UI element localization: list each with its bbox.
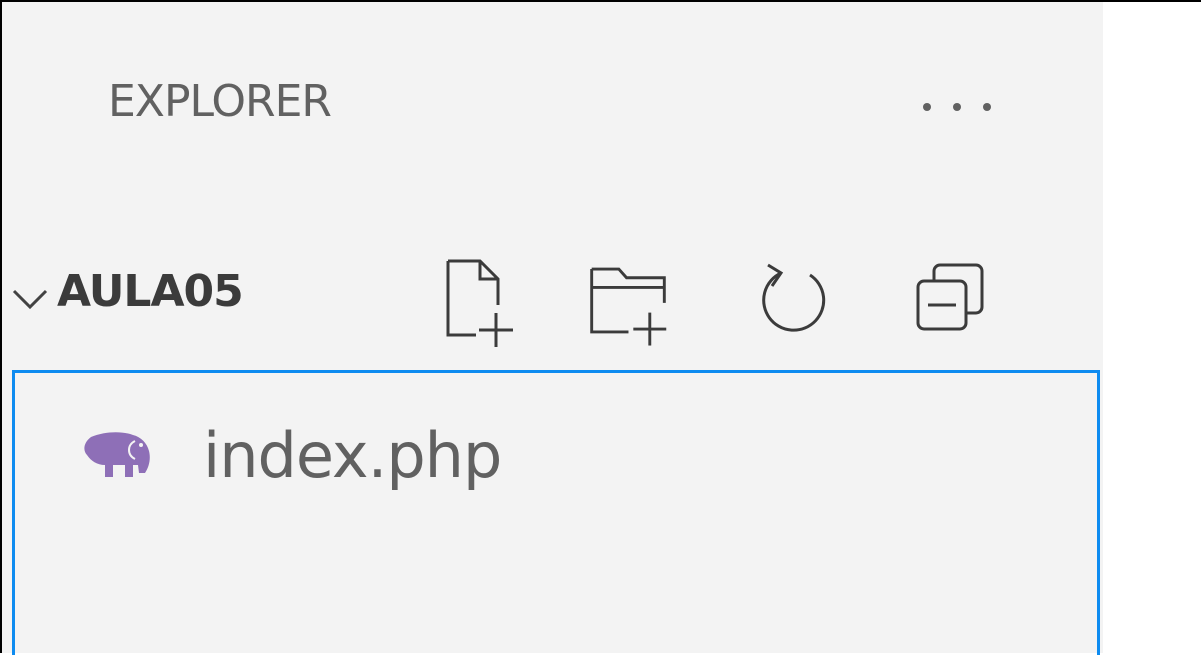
refresh-icon [762, 263, 826, 332]
php-elephant-icon [75, 431, 161, 481]
collapse-all-button[interactable] [907, 250, 999, 350]
refresh-button[interactable] [747, 250, 839, 350]
folder-section-header[interactable]: AULA05 [2, 242, 1103, 367]
ellipsis-icon [923, 103, 991, 111]
new-folder-icon [590, 267, 667, 346]
chevron-down-icon[interactable] [10, 279, 50, 319]
explorer-sidebar: EXPLORER AULA05 index.php [2, 2, 1103, 655]
new-folder-button[interactable] [582, 250, 674, 350]
collapse-all-icon [916, 263, 984, 330]
file-tree-item[interactable]: index.php [75, 419, 502, 492]
file-tree[interactable]: index.php [12, 370, 1100, 655]
window-frame: EXPLORER AULA05 index.php [0, 0, 1201, 655]
more-actions-button[interactable] [907, 82, 1007, 132]
file-name: index.php [203, 419, 502, 492]
folder-name: AULA05 [57, 266, 244, 317]
explorer-title: EXPLORER [108, 76, 332, 127]
new-file-icon [446, 259, 513, 347]
new-file-button[interactable] [432, 250, 524, 350]
